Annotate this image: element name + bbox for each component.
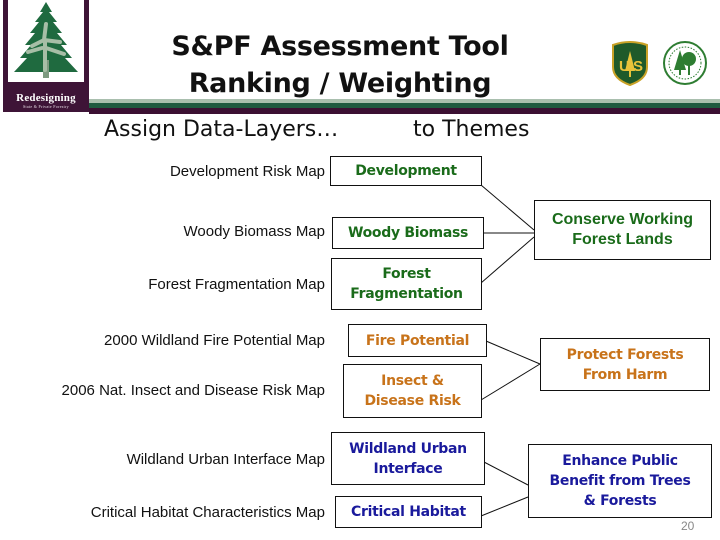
layer-box-woody-biomass: Woody Biomass: [332, 217, 484, 249]
layer-box-text-line-1: Forest: [382, 266, 431, 282]
connector-wildland-urban: [483, 461, 529, 486]
theme-box-text-line-3: & Forests: [583, 493, 657, 509]
header-divider-purple: [89, 108, 720, 114]
subtitle-data-layers: Assign Data-Layers…: [104, 117, 339, 142]
connector-development: [480, 184, 535, 231]
state-foresters-seal-icon: [662, 40, 708, 86]
map-label-critical-habitat: Critical Habitat Characteristics Map: [90, 504, 325, 521]
theme-box-text-line-1: Conserve Working: [551, 211, 694, 228]
map-label-wildland-urban-interface: Wildland Urban Interface Map: [126, 451, 325, 468]
layer-box-text: Critical Habitat: [351, 504, 466, 520]
logo-subtitle: State & Private Forestry: [23, 104, 69, 109]
layer-box-wildland-urban-interface: Wildland Urban Interface: [331, 432, 485, 485]
usda-forest-service-shield-icon: U S: [611, 41, 649, 87]
title-line-2: Ranking / Weighting: [188, 68, 492, 99]
slide-title: S&PF Assessment Tool Ranking / Weighting: [90, 28, 590, 102]
map-label-forest-fragmentation: Forest Fragmentation Map: [148, 276, 325, 293]
layer-box-development: Development: [330, 156, 482, 186]
layer-box-text-line-1: Insect &: [381, 373, 444, 389]
layer-box-text-line-2: Fragmentation: [350, 286, 463, 302]
layer-box-text: Woody Biomass: [347, 225, 469, 241]
connector-forest-fragmentation: [480, 236, 535, 284]
layer-box-fire-potential: Fire Potential: [348, 324, 487, 357]
layer-box-text-line-2: Interface: [373, 460, 443, 477]
connector-insect-disease: [480, 363, 541, 401]
title-line-1: S&PF Assessment Tool: [171, 31, 509, 62]
connector-critical-habitat: [480, 496, 529, 517]
layer-box-insect-disease-risk: Insect & Disease Risk: [343, 364, 482, 418]
redesigning-logo: Redesigning State & Private Forestry: [3, 0, 89, 112]
connector-fire-potential: [485, 340, 541, 365]
logo-tree-panel: [8, 0, 84, 82]
subtitle-themes: to Themes: [413, 117, 530, 142]
map-label-insect-disease-risk: 2006 Nat. Insect and Disease Risk Map: [61, 382, 325, 399]
theme-box-conserve-working-forest-lands: Conserve Working Forest Lands: [534, 200, 711, 260]
layer-box-text-line-1: Wildland Urban: [349, 440, 467, 457]
theme-box-text-line-1: Protect Forests: [566, 346, 684, 363]
layer-box-text: Development: [355, 163, 457, 179]
theme-box-text-line-1: Enhance Public: [562, 453, 678, 469]
theme-box-enhance-public-benefit: Enhance Public Benefit from Trees & Fore…: [528, 444, 712, 518]
layer-box-critical-habitat: Critical Habitat: [335, 496, 482, 528]
map-label-development-risk: Development Risk Map: [169, 163, 325, 180]
theme-box-text-line-2: Benefit from Trees: [549, 473, 691, 489]
map-label-woody-biomass: Woody Biomass Map: [183, 223, 325, 240]
layer-box-forest-fragmentation: Forest Fragmentation: [331, 258, 482, 310]
theme-box-text-line-2: From Harm: [582, 366, 668, 383]
layer-box-text-line-2: Disease Risk: [364, 393, 461, 409]
layer-box-text: Fire Potential: [365, 332, 470, 349]
evergreen-tree-icon: [14, 2, 78, 78]
theme-box-text-line-2: Forest Lands: [572, 231, 673, 248]
theme-box-protect-forests-from-harm: Protect Forests From Harm: [540, 338, 710, 391]
page-number: 20: [681, 519, 695, 533]
logo-title: Redesigning: [16, 92, 76, 104]
svg-text:S: S: [633, 58, 643, 75]
map-label-wildland-fire-potential: 2000 Wildland Fire Potential Map: [104, 332, 325, 349]
